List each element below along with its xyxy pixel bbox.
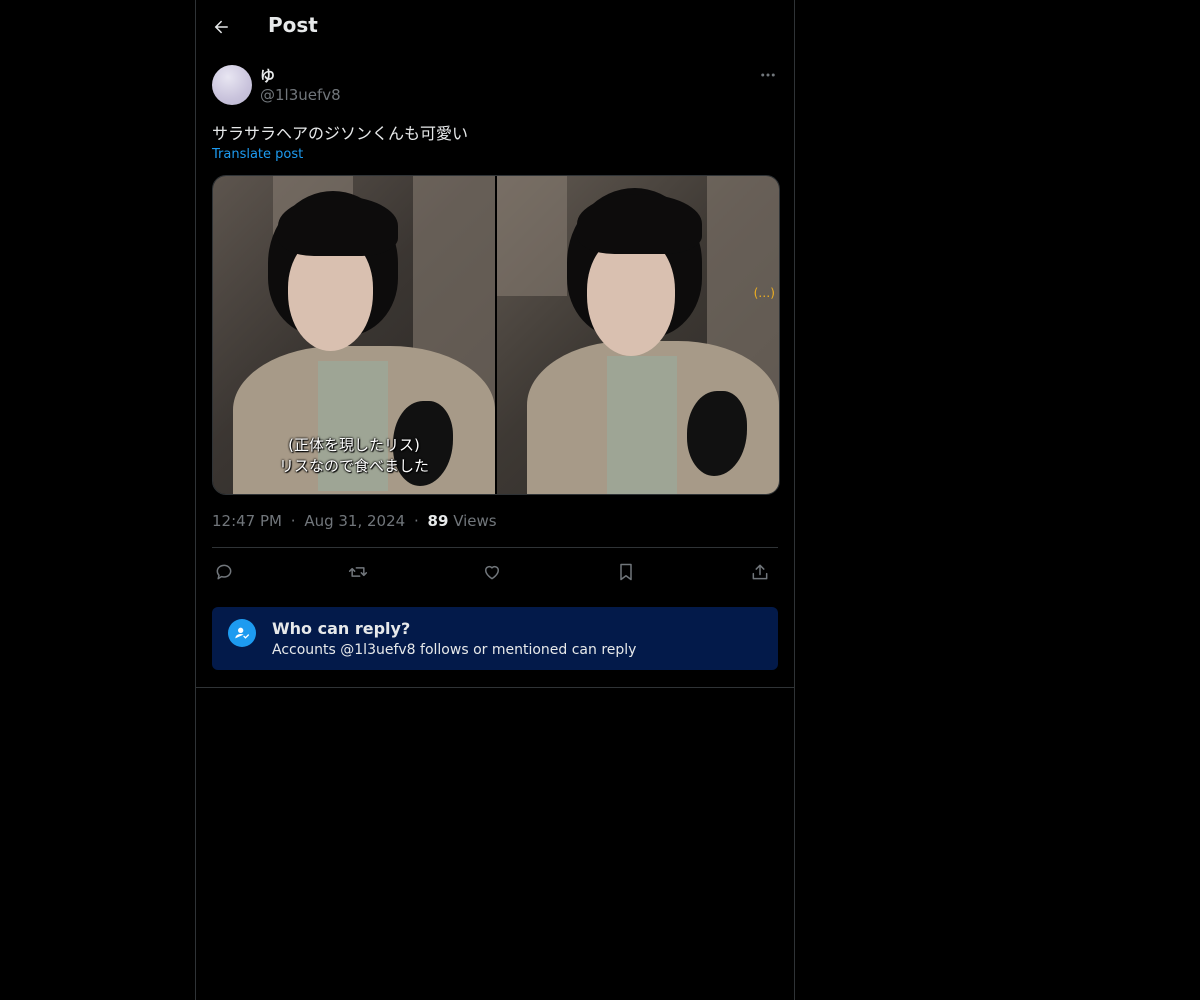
bangs [577, 194, 702, 254]
divider [212, 547, 778, 548]
bookmark-button[interactable] [614, 560, 638, 584]
author-handle[interactable]: @1l3uefv8 [260, 86, 341, 104]
like-button[interactable] [480, 560, 504, 584]
media-frame-right: (…) [497, 176, 779, 494]
views-count: 89 [427, 512, 449, 530]
page-title: Post [268, 13, 318, 37]
bookmark-icon [620, 563, 632, 581]
reply-icon [216, 564, 232, 580]
video-caption-line2: リスなので食べました [278, 457, 429, 475]
media-frame-left: (正体を現したリス) リスなので食べました [213, 176, 495, 494]
video-caption-line1: (正体を現したリス) [288, 436, 420, 454]
post-text: サラサラヘアのジソンくんも可愛い [212, 124, 469, 143]
arrow-left-icon [214, 20, 228, 34]
share-icon [752, 564, 768, 580]
divider [196, 687, 794, 688]
reply-restriction-subtitle: Accounts @1l3uefv8 follows or mentioned … [272, 642, 637, 658]
reply-restriction-title: Who can reply? [272, 619, 411, 638]
post-author: ゆ @1l3uefv8 [212, 64, 778, 106]
heart-icon [485, 565, 499, 580]
views-label: Views [453, 512, 497, 530]
author-display-name[interactable]: ゆ [260, 65, 275, 86]
reply-restriction-banner: Who can reply? Accounts @1l3uefv8 follow… [212, 607, 778, 670]
post-actions [212, 560, 778, 584]
repost-icon [348, 567, 368, 577]
more-options-button[interactable] [758, 66, 778, 86]
main-column: Post ゆ @1l3uefv8 サラサラヘアのジソンくんも可愛い Transl… [195, 0, 795, 1000]
avatar[interactable] [212, 65, 252, 105]
repost-button[interactable] [346, 560, 370, 584]
back-button[interactable] [212, 14, 234, 40]
more-icon [761, 73, 775, 77]
top-bar: Post [196, 0, 794, 54]
translate-post-link[interactable]: Translate post [212, 147, 303, 162]
post-media[interactable]: (正体を現したリス) リスなので食べました (…) [212, 175, 780, 495]
user-check-icon [228, 619, 256, 647]
face [587, 236, 675, 356]
media-overlay-text: (…) [753, 286, 775, 300]
share-button[interactable] [748, 560, 772, 584]
bangs [278, 196, 398, 256]
meta-separator: · [413, 512, 419, 530]
meta-separator: · [290, 512, 296, 530]
sweater [607, 356, 677, 494]
post-date[interactable]: Aug 31, 2024 [304, 512, 405, 530]
post-meta: 12:47 PM · Aug 31, 2024 · 89 Views [212, 512, 497, 530]
background-box [497, 176, 567, 296]
post-time[interactable]: 12:47 PM [212, 512, 282, 530]
reply-button[interactable] [212, 560, 236, 584]
